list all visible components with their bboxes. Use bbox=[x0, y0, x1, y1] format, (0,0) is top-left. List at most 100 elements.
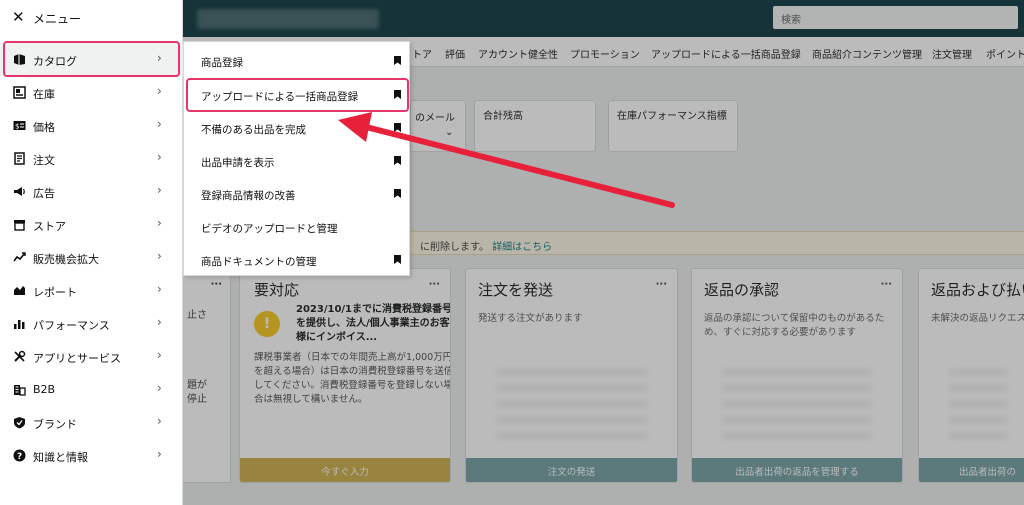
card-menu-icon[interactable]: ··· bbox=[881, 279, 892, 290]
orders-icon bbox=[12, 151, 26, 165]
sidebar-item-label: 広告 bbox=[33, 187, 55, 200]
card-desc: 未解決の返品リクエス bbox=[931, 313, 1024, 324]
card-menu-icon[interactable]: ··· bbox=[211, 279, 222, 290]
sidebar-item-label: ブランド bbox=[33, 418, 77, 431]
nav-item-feedback[interactable]: 評価 bbox=[445, 46, 465, 61]
card-title: 返品の承認 bbox=[704, 281, 780, 299]
submenu-item-manage-documents[interactable]: 商品ドキュメントの管理 bbox=[184, 243, 409, 276]
menu-header: ✕ メニュー bbox=[0, 0, 183, 36]
submenu-item-label: ビデオのアップロードと管理 bbox=[201, 223, 338, 235]
search-input[interactable]: 検索 bbox=[773, 6, 1018, 29]
bookmark-icon[interactable] bbox=[394, 189, 401, 198]
submenu-item-fix-listings[interactable]: 不備のある出品を完成 bbox=[184, 111, 409, 144]
bookmark-icon[interactable] bbox=[394, 123, 401, 132]
highlight-box-bulk-upload bbox=[186, 78, 409, 112]
sidebar-item-reports[interactable]: レポート › bbox=[0, 274, 183, 307]
svg-text:?: ? bbox=[17, 452, 22, 462]
stat-mail[interactable]: のメール ⌄ bbox=[410, 100, 466, 152]
sidebar-item-pricing[interactable]: $ 価格 › bbox=[0, 109, 183, 142]
sidebar-item-apps-services[interactable]: アプリとサービス › bbox=[0, 340, 183, 373]
submenu-item-label: 商品ドキュメントの管理 bbox=[201, 256, 317, 268]
bookmark-icon[interactable] bbox=[394, 255, 401, 264]
manage-returns2-button[interactable]: 出品者出荷の bbox=[919, 458, 1024, 482]
sidebar-item-advertising[interactable]: 広告 › bbox=[0, 175, 183, 208]
nav-item-a-plus-content[interactable]: 商品紹介コンテンツ管理 bbox=[812, 46, 922, 61]
nav-item-account-health[interactable]: アカウント健全性 bbox=[478, 46, 558, 61]
reports-icon bbox=[12, 283, 26, 297]
sidebar-item-brand[interactable]: ブランド › bbox=[0, 406, 183, 439]
growth-icon bbox=[12, 250, 26, 264]
nav-item-store[interactable]: トア bbox=[412, 46, 432, 61]
bookmark-icon[interactable] bbox=[394, 156, 401, 165]
card-ship-orders: 注文を発送 ··· 発送する注文があります 注文の発送 bbox=[465, 268, 678, 483]
sidebar-item-label: 価格 bbox=[33, 121, 55, 134]
manage-returns-button[interactable]: 出品者出荷の返品を管理する bbox=[692, 458, 902, 482]
sidebar-item-label: 販売機会拡大 bbox=[33, 253, 99, 266]
apps-tools-icon bbox=[12, 349, 26, 363]
submenu-item-label: 商品登録 bbox=[201, 57, 243, 69]
performance-icon bbox=[12, 316, 26, 330]
sidebar-item-performance[interactable]: パフォーマンス › bbox=[0, 307, 183, 340]
sidebar-item-store[interactable]: ストア › bbox=[0, 208, 183, 241]
stat-balance[interactable]: 合計残高 bbox=[474, 100, 596, 152]
blurred-content bbox=[949, 369, 1007, 449]
stat-balance-label: 合計残高 bbox=[483, 111, 523, 122]
sidebar-item-label: アプリとサービス bbox=[33, 352, 121, 365]
chevron-right-icon: › bbox=[157, 249, 162, 263]
sidebar-item-growth[interactable]: 販売機会拡大 › bbox=[0, 241, 183, 274]
sidebar-item-label: レポート bbox=[33, 286, 77, 299]
close-icon[interactable]: ✕ bbox=[12, 8, 25, 26]
stat-inventory-performance[interactable]: 在庫パフォーマンス指標 bbox=[608, 100, 738, 152]
card-menu-icon[interactable]: ··· bbox=[656, 279, 667, 290]
card-desc: 返品の承認について保留中のものがあるため、すぐに対応する必要があります bbox=[704, 313, 885, 338]
sidebar-item-b2b[interactable]: B2B › bbox=[0, 373, 183, 406]
brand-shield-icon bbox=[12, 415, 26, 429]
partial-card: ··· 止さ 題が 停止 bbox=[183, 268, 231, 483]
b2b-building-icon bbox=[12, 382, 26, 396]
inventory-icon bbox=[12, 85, 26, 99]
blurred-content bbox=[722, 369, 872, 449]
sidebar-item-label: B2B bbox=[33, 383, 56, 396]
card-title: 注文を発送 bbox=[478, 281, 554, 299]
chevron-right-icon: › bbox=[157, 315, 162, 329]
chevron-right-icon: › bbox=[157, 117, 162, 131]
nav-item-bulk-upload[interactable]: アップロードによる一括商品登録 bbox=[651, 46, 801, 61]
submenu-item-label: 登録商品情報の改善 bbox=[201, 190, 296, 202]
advertising-icon bbox=[12, 184, 26, 198]
nav-item-points[interactable]: ポイント bbox=[986, 46, 1024, 61]
stat-inventory-label: 在庫パフォーマンス指標 bbox=[617, 111, 727, 122]
partial-card-text: 止さ 題が 停止 bbox=[187, 310, 207, 405]
ship-orders-button[interactable]: 注文の発送 bbox=[466, 458, 677, 482]
nav-item-manage-orders[interactable]: 注文管理 bbox=[932, 46, 972, 61]
nav-item-promotions[interactable]: プロモーション bbox=[570, 46, 640, 61]
chevron-right-icon: › bbox=[157, 447, 162, 461]
card-return-approval: 返品の承認 ··· 返品の承認について保留中のものがあるため、すぐに対応する必要… bbox=[691, 268, 903, 483]
card-menu-icon[interactable]: ··· bbox=[429, 279, 440, 290]
notice-details-link[interactable]: 詳細はこちら bbox=[492, 242, 552, 253]
sidebar-item-label: ストア bbox=[33, 220, 66, 233]
chevron-right-icon: › bbox=[157, 216, 162, 230]
submenu-item-view-applications[interactable]: 出品申請を表示 bbox=[184, 144, 409, 177]
sidebar-item-label: 注文 bbox=[33, 154, 55, 167]
menu-title: メニュー bbox=[33, 12, 82, 26]
submenu-item-label: 不備のある出品を完成 bbox=[201, 124, 306, 136]
sidebar-item-orders[interactable]: 注文 › bbox=[0, 142, 183, 175]
pricing-icon: $ bbox=[12, 118, 26, 132]
card-title: 返品および払い bbox=[931, 281, 1024, 299]
sidebar-item-knowledge[interactable]: ? 知識と情報 › bbox=[0, 439, 183, 472]
card-headline: 2023/10/1までに消費税登録番号を提供し、法人/個人事業主のお客様にインボ… bbox=[296, 304, 451, 343]
submenu-item-improve-listings[interactable]: 登録商品情報の改善 bbox=[184, 177, 409, 210]
bookmark-icon[interactable] bbox=[394, 56, 401, 65]
enter-now-button[interactable]: 今すぐ入力 bbox=[240, 458, 450, 482]
submenu-item-manage-videos[interactable]: ビデオのアップロードと管理 bbox=[184, 210, 409, 243]
svg-text:$: $ bbox=[15, 122, 19, 130]
card-title: 要対応 bbox=[254, 281, 300, 299]
submenu-item-add-product[interactable]: 商品登録 bbox=[184, 44, 409, 77]
chevron-right-icon: › bbox=[157, 381, 162, 395]
sidebar-item-inventory[interactable]: 在庫 › bbox=[0, 76, 183, 109]
sidebar-item-label: 知識と情報 bbox=[33, 451, 88, 464]
sidebar-item-label: 在庫 bbox=[33, 88, 55, 101]
store-icon bbox=[12, 217, 26, 231]
blurred-content bbox=[496, 369, 647, 449]
highlight-box-catalog bbox=[3, 41, 180, 77]
